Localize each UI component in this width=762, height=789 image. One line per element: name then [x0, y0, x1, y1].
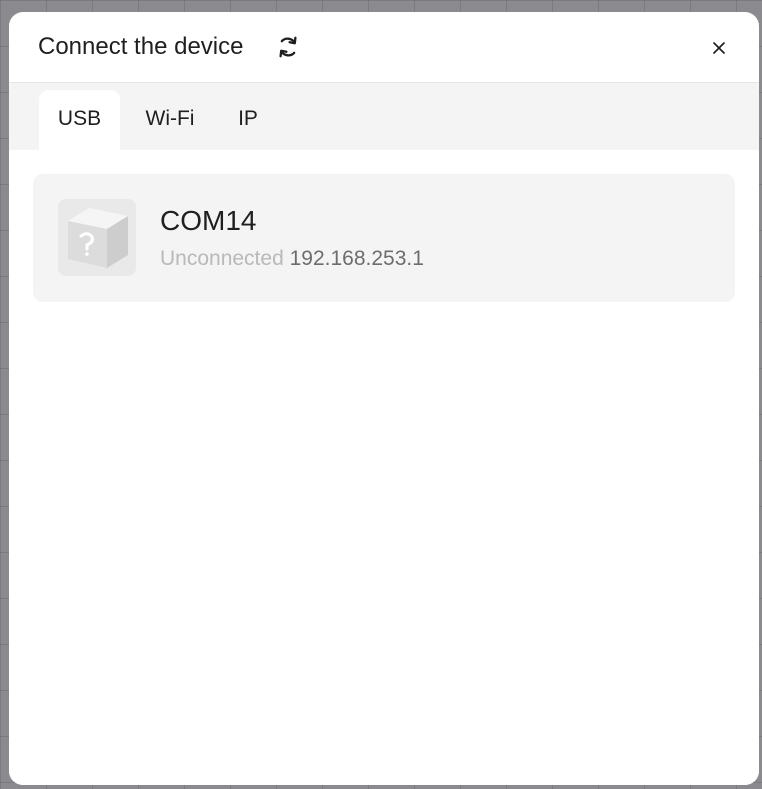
device-card[interactable]: COM14 Unconnected 192.168.253.1 [33, 174, 735, 302]
device-name: COM14 [160, 205, 257, 236]
connect-device-dialog: Connect the device USB Wi-Fi IP COM14 Un… [9, 12, 759, 785]
unknown-device-icon [58, 199, 136, 276]
refresh-icon[interactable] [275, 34, 301, 60]
device-list: COM14 Unconnected 192.168.253.1 [9, 150, 759, 785]
device-status: Unconnected [160, 247, 284, 270]
device-meta: Unconnected 192.168.253.1 [160, 245, 424, 273]
dialog-header: Connect the device [9, 12, 759, 83]
close-icon[interactable] [708, 37, 730, 59]
dialog-title: Connect the device [38, 33, 244, 60]
connection-tabs: USB Wi-Fi IP [9, 83, 759, 150]
tab-wifi[interactable]: Wi-Fi [134, 90, 206, 150]
device-ip: 192.168.253.1 [289, 247, 424, 270]
tab-usb[interactable]: USB [39, 90, 120, 150]
tab-ip[interactable]: IP [226, 90, 270, 150]
